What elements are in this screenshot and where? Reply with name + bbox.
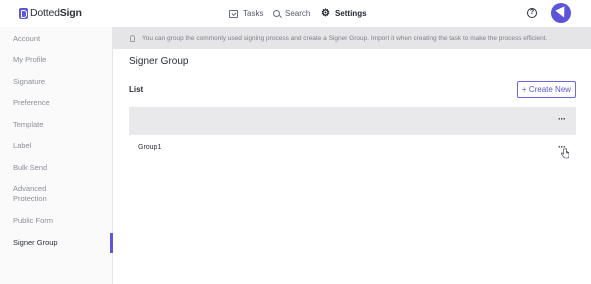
logo-mark-icon [19, 8, 28, 19]
nav-search[interactable]: Search [273, 0, 310, 27]
table-row[interactable]: Group1 ··· [129, 135, 576, 163]
search-icon [273, 10, 280, 17]
create-new-button[interactable]: + Create New [517, 81, 576, 98]
sidebar-item-signature[interactable]: Signature [13, 77, 45, 87]
nav-tasks-label: Tasks [243, 9, 264, 18]
sidebar-item-account[interactable]: Account [13, 34, 40, 44]
tasks-icon [229, 9, 238, 18]
sidebar-item-signer-group[interactable]: Signer Group [13, 238, 58, 248]
settings-sidebar: Account My Profile Signature Preference … [0, 27, 113, 284]
sidebar-item-advanced-line2: Protection [13, 194, 47, 203]
dottedsign-logo[interactable]: DottedSign [19, 7, 82, 20]
sidebar-item-bulk-send[interactable]: Bulk Send [13, 163, 47, 173]
top-bar: DottedSign Tasks Search ⚙ Settings ? [0, 0, 591, 27]
nav-settings-label: Settings [334, 9, 367, 18]
nav-settings[interactable]: ⚙ Settings [321, 0, 367, 27]
sidebar-item-my-profile[interactable]: My Profile [13, 55, 46, 65]
logo-suffix: Sign [59, 7, 82, 19]
list-heading: List [129, 85, 144, 94]
help-icon[interactable]: ? [527, 8, 537, 18]
sidebar-item-advanced-protection[interactable]: Advanced Protection [13, 184, 47, 204]
info-banner: You can group the commonly used signing … [113, 27, 591, 49]
group-name: Group1 [138, 144, 162, 151]
nav-tasks[interactable]: Tasks [229, 0, 263, 27]
sidebar-item-label[interactable]: Label [13, 141, 31, 151]
gear-icon: ⚙ [321, 7, 330, 19]
header-more-icon[interactable]: ··· [558, 115, 566, 124]
nav-search-label: Search [285, 9, 311, 18]
main-content: Signer Group List + Create New ··· Group… [113, 49, 591, 284]
sidebar-item-preference[interactable]: Preference [13, 98, 50, 108]
sidebar-item-advanced-line1: Advanced [13, 184, 47, 193]
table-header: ··· [129, 107, 576, 135]
sidebar-item-template[interactable]: Template [13, 120, 43, 130]
logo-prefix: Dotted [30, 7, 60, 19]
lightbulb-icon [130, 34, 135, 42]
info-banner-text: You can group the commonly used signing … [142, 34, 548, 42]
hand-cursor-icon [561, 148, 569, 159]
sidebar-item-public-form[interactable]: Public Form [13, 216, 53, 226]
avatar[interactable] [551, 3, 571, 23]
page-title: Signer Group [129, 56, 189, 67]
